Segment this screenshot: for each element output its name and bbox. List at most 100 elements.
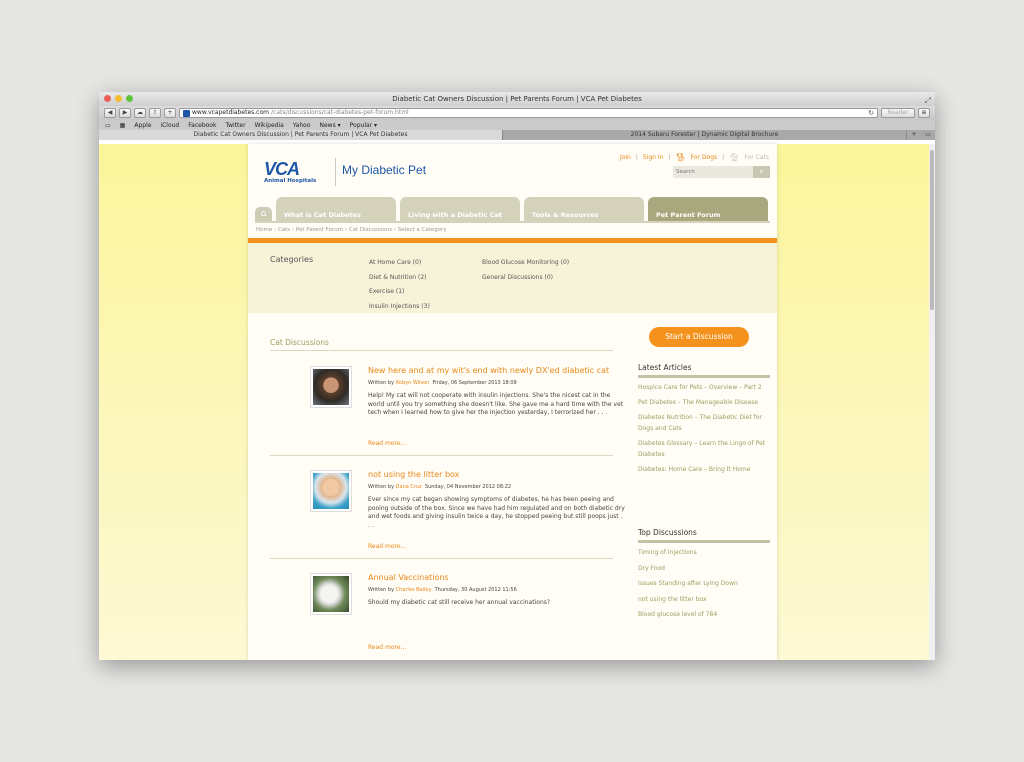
categories-panel: Categories At Home Care (0) Diet & Nutri…: [248, 243, 777, 313]
post-date: Sunday, 04 November 2012 08:22: [424, 484, 512, 490]
categories-label: Categories: [270, 255, 314, 264]
cloud-tabs-button[interactable]: ☁: [134, 108, 146, 118]
sign-in-link[interactable]: Sign In: [643, 154, 664, 161]
nav-pet-parent-forum[interactable]: Pet Parent Forum: [648, 197, 768, 221]
category-exercise[interactable]: Exercise (1): [369, 285, 430, 300]
search-input[interactable]: [673, 166, 753, 178]
article-link[interactable]: Diabetes Nutrition – The Diabetic Diet f…: [638, 412, 768, 434]
latest-articles-list: Hospice Care for Pets – Overview – Part …: [638, 382, 768, 479]
post-excerpt: Ever since my cat began showing symptoms…: [368, 496, 625, 529]
avatar-photo: [313, 473, 349, 509]
article-link[interactable]: Diabetes: Home Care – Bring It Home: [638, 464, 768, 475]
post-author[interactable]: Charles Bailey: [396, 587, 432, 593]
downloads-button[interactable]: ⊕: [918, 108, 930, 118]
discussion-post: New here and at my wit's end with newly …: [310, 366, 623, 456]
discussion-link[interactable]: Timing of Injections: [638, 545, 768, 561]
read-more-link[interactable]: Read more...: [368, 440, 406, 447]
dog-icon: 🐕︎: [675, 153, 686, 162]
category-blood-glucose-monitoring[interactable]: Blood Glucose Monitoring (0): [482, 256, 569, 271]
post-meta: Written by Robyn Wilson Friday, 06 Septe…: [368, 380, 517, 386]
browser-window: Diabetic Cat Owners Discussion | Pet Par…: [99, 92, 935, 660]
for-dogs-link[interactable]: For Dogs: [691, 154, 718, 161]
nav-tools-resources[interactable]: Tools & Resources: [524, 197, 644, 221]
post-excerpt: Help! My cat will not cooperate with ins…: [368, 392, 624, 417]
tab-subaru[interactable]: 2014 Subaru Forester | Dynamic Digital B…: [503, 130, 907, 140]
discussion-link[interactable]: not using the litter box: [638, 592, 768, 608]
post-body: Annual Vaccinations Written by Charles B…: [368, 573, 628, 608]
back-button[interactable]: ◀: [104, 108, 116, 118]
reader-button[interactable]: Reader: [881, 108, 915, 118]
article-link[interactable]: Pet Diabetes – The Manageable Disease: [638, 397, 768, 408]
web-page: Join | Sign In | 🐕︎ For Dogs | 🐈︎ For Ca…: [248, 144, 777, 660]
discussion-link[interactable]: Dry Food: [638, 561, 768, 577]
new-tab-button[interactable]: +: [164, 108, 176, 118]
category-insulin-injections[interactable]: Insulin Injections (3): [369, 300, 430, 315]
discussion-link[interactable]: Issues Standing after Lying Down: [638, 576, 768, 592]
search-box: ⌕: [673, 166, 770, 178]
discussion-link[interactable]: Blood glucose level of 784: [638, 607, 768, 623]
read-more-link[interactable]: Read more...: [368, 543, 406, 550]
post-meta: Written by Charles Bailey Thursday, 30 A…: [368, 587, 517, 593]
address-bar[interactable]: www.vcapetdiabetes.com/cats/discussions/…: [179, 108, 878, 118]
minimize-window-button[interactable]: [115, 95, 122, 102]
article-link[interactable]: Diabetes Glossary – Learn the Lingo of P…: [638, 438, 768, 460]
site-favicon-icon: [183, 109, 190, 117]
post-body: New here and at my wit's end with newly …: [368, 366, 628, 418]
reload-icon[interactable]: ↻: [868, 109, 877, 117]
read-more-link[interactable]: Read more...: [368, 644, 406, 651]
tab-overview-icon[interactable]: ▭: [921, 130, 935, 140]
nav-underline: [255, 221, 770, 223]
bookmark-popular[interactable]: Popular ▾: [350, 122, 377, 129]
bookmark-twitter[interactable]: Twitter: [225, 122, 245, 129]
tab-diabetic-cat[interactable]: Diabetic Cat Owners Discussion | Pet Par…: [99, 130, 503, 140]
join-link[interactable]: Join: [620, 154, 631, 161]
article-link[interactable]: Hospice Care for Pets – Overview – Part …: [638, 382, 768, 393]
section-divider: [270, 350, 613, 351]
post-author[interactable]: Robyn Wilson: [396, 380, 430, 386]
top-discussions-divider: [638, 540, 770, 543]
category-at-home-care[interactable]: At Home Care (0): [369, 256, 430, 271]
post-divider: [270, 455, 613, 456]
post-title[interactable]: not using the litter box: [368, 470, 628, 479]
main-nav: ⌂ What is Cat Diabetes Living with a Dia…: [255, 197, 770, 221]
bookmark-apple[interactable]: Apple: [134, 122, 151, 129]
close-window-button[interactable]: [104, 95, 111, 102]
cat-icon: 🐈︎: [729, 153, 740, 162]
post-excerpt: Should my diabetic cat still receive her…: [368, 599, 551, 606]
fullscreen-icon[interactable]: ⤢: [925, 94, 931, 108]
vertical-scrollbar[interactable]: [929, 144, 935, 660]
latest-articles-divider: [638, 375, 770, 378]
bookmark-wikipedia[interactable]: Wikipedia: [255, 122, 284, 129]
share-button[interactable]: ⇪: [149, 108, 161, 118]
post-title[interactable]: Annual Vaccinations: [368, 573, 628, 582]
vca-logo[interactable]: VCA Animal Hospitals: [264, 160, 326, 186]
zoom-window-button[interactable]: [126, 95, 133, 102]
address-host: www.vcapetdiabetes.com: [192, 109, 270, 116]
top-discussions-list: Timing of Injections Dry Food Issues Sta…: [638, 545, 768, 623]
home-icon[interactable]: ⌂: [255, 207, 272, 221]
reading-list-icon[interactable]: ▭: [105, 122, 111, 129]
avatar[interactable]: [310, 573, 352, 615]
scrollbar-thumb[interactable]: [930, 150, 934, 310]
post-author[interactable]: Dana Cruz: [396, 484, 422, 490]
breadcrumb[interactable]: Home › Cats › Pet Parent Forum › Cat Dis…: [256, 227, 447, 233]
bookmark-yahoo[interactable]: Yahoo: [293, 122, 311, 129]
bookmark-icloud[interactable]: iCloud: [160, 122, 179, 129]
nav-living-with-diabetic-cat[interactable]: Living with a Diabetic Cat: [400, 197, 520, 221]
start-discussion-button[interactable]: Start a Discussion: [649, 327, 749, 347]
category-general-discussions[interactable]: General Discussions (0): [482, 271, 569, 286]
nav-what-is-cat-diabetes[interactable]: What is Cat Diabetes: [276, 197, 396, 221]
top-sites-icon[interactable]: ▦: [120, 122, 126, 129]
logo-divider: [335, 158, 336, 186]
avatar[interactable]: [310, 366, 352, 408]
category-diet-nutrition[interactable]: Diet & Nutrition (2): [369, 271, 430, 286]
forward-button[interactable]: ▶: [119, 108, 131, 118]
bookmark-facebook[interactable]: Facebook: [188, 122, 216, 129]
bookmark-news[interactable]: News ▾: [320, 122, 341, 129]
search-icon[interactable]: ⌕: [753, 166, 770, 178]
discussion-post: Annual Vaccinations Written by Charles B…: [310, 573, 615, 660]
post-title[interactable]: New here and at my wit's end with newly …: [368, 366, 628, 375]
for-cats-link[interactable]: For Cats: [744, 154, 769, 161]
add-tab-icon[interactable]: +: [907, 130, 921, 140]
avatar[interactable]: [310, 470, 352, 512]
